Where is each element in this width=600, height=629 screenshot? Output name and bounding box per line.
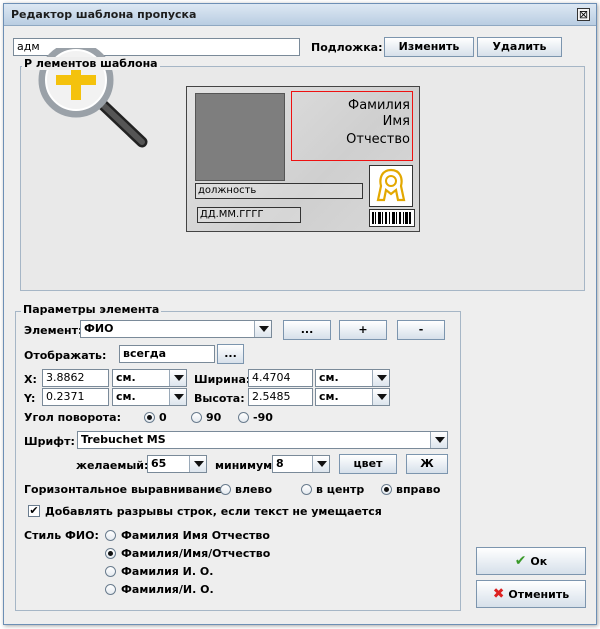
title-bar: Редактор шаблона пропуска ⊠	[4, 4, 596, 26]
cancel-x-icon: ✖	[492, 586, 505, 602]
x-input[interactable]: 3.8862	[42, 369, 109, 387]
emblem-icon[interactable]	[369, 165, 413, 207]
y-unit-value: см.	[116, 390, 136, 403]
halign-center-radio[interactable]	[301, 484, 312, 495]
width-unit-select[interactable]: см.	[315, 369, 390, 387]
fio-element[interactable]: Фамилия Имя Отчество	[291, 91, 413, 161]
height-input[interactable]: 2.5485	[248, 388, 313, 406]
fio-style-slash-label: Фамилия/Имя/Отчество	[121, 547, 271, 560]
chevron-down-icon[interactable]	[189, 456, 206, 472]
ok-check-icon: ✔	[514, 553, 527, 569]
rotation-minus90-radio[interactable]	[238, 412, 249, 423]
rotation-90-label: 90	[206, 411, 222, 424]
x-label: X:	[24, 373, 37, 386]
rotation-90-radio[interactable]	[191, 412, 202, 423]
chevron-down-icon[interactable]	[372, 370, 389, 386]
chevron-down-icon[interactable]	[169, 370, 186, 386]
fio-first-name: Имя	[382, 114, 410, 129]
x-unit-value: см.	[116, 371, 136, 384]
height-label: Высота:	[194, 392, 245, 405]
close-icon[interactable]: ⊠	[577, 8, 590, 21]
change-background-button[interactable]: Изменить	[384, 37, 474, 57]
element-select-value: ФИО	[84, 322, 114, 335]
width-input[interactable]: 4.4704	[248, 369, 313, 387]
badge-card-preview: Фамилия Имя Отчество должность ДД.ММ.ГГГ…	[186, 86, 420, 232]
halign-right-radio[interactable]	[381, 484, 392, 495]
desired-size-select[interactable]: 65	[147, 455, 207, 473]
display-label: Отображать:	[24, 349, 107, 362]
y-unit-select[interactable]: см.	[112, 388, 187, 406]
element-select[interactable]: ФИО	[80, 320, 272, 338]
halign-left-radio[interactable]	[220, 484, 231, 495]
min-size-select[interactable]: 8	[272, 455, 330, 473]
photo-placeholder[interactable]	[195, 93, 285, 181]
width-label: Ширина:	[194, 373, 251, 386]
background-label: Подложка:	[311, 41, 383, 54]
font-select[interactable]: Trebuchet MS	[77, 431, 448, 449]
font-select-value: Trebuchet MS	[81, 433, 166, 446]
fio-style-full-label: Фамилия Имя Отчество	[121, 529, 270, 542]
delete-background-button[interactable]: Удалить	[477, 37, 562, 57]
height-unit-value: см.	[319, 390, 339, 403]
chevron-down-icon[interactable]	[372, 389, 389, 405]
fio-patronymic: Отчество	[346, 132, 410, 147]
element-options-button[interactable]: ...	[283, 320, 331, 340]
halign-center-label: в центр	[316, 483, 365, 496]
wrap-lines-label: Добавлять разрывы строк, если текст не у…	[45, 505, 382, 518]
rotation-0-label: 0	[159, 411, 167, 424]
min-size-label: минимум:	[215, 459, 277, 472]
halign-right-label: вправо	[396, 483, 441, 496]
height-unit-select[interactable]: см.	[315, 388, 390, 406]
y-input[interactable]: 0.2371	[42, 388, 109, 406]
dialog-window: Редактор шаблона пропуска ⊠ адм Подложка…	[3, 3, 597, 625]
chevron-down-icon[interactable]	[312, 456, 329, 472]
rotation-minus90-label: -90	[253, 411, 273, 424]
window-title: Редактор шаблона пропуска	[11, 8, 197, 21]
halign-left-label: влево	[235, 483, 272, 496]
rotation-0-radio[interactable]	[144, 412, 155, 423]
min-size-value: 8	[276, 457, 284, 470]
fio-style-full-radio[interactable]	[105, 530, 116, 541]
chevron-down-icon[interactable]	[254, 321, 271, 337]
fio-style-initials-label: Фамилия И. О.	[121, 565, 214, 578]
wrap-lines-checkbox[interactable]: ✔	[28, 505, 40, 517]
display-options-button[interactable]: ...	[217, 344, 244, 364]
fio-style-initials-radio[interactable]	[105, 566, 116, 577]
position-element[interactable]: должность	[195, 183, 363, 199]
halign-label: Горизонтальное выравнивание:	[24, 483, 227, 496]
fio-last-name: Фамилия	[348, 98, 410, 113]
display-condition-field[interactable]: всегда	[119, 345, 215, 363]
cancel-button[interactable]: ✖ Отменить	[476, 580, 586, 608]
width-unit-value: см.	[319, 371, 339, 384]
y-label: Y:	[24, 392, 36, 405]
params-group-title: Параметры элемента	[21, 303, 162, 316]
desired-size-value: 65	[151, 457, 167, 470]
ok-button[interactable]: ✔ Ок	[476, 547, 586, 575]
chevron-down-icon[interactable]	[169, 389, 186, 405]
fio-style-slash-initials-label: Фамилия/И. О.	[121, 583, 214, 596]
fio-style-slash-radio[interactable]	[105, 548, 116, 559]
font-label: Шрифт:	[24, 435, 75, 448]
add-element-button[interactable]: +	[339, 320, 387, 340]
ok-button-label: Ок	[530, 555, 548, 568]
font-bold-button[interactable]: Ж	[406, 454, 448, 474]
date-element[interactable]: ДД.ММ.ГГГГ	[197, 207, 301, 223]
rotation-label: Угол поворота:	[24, 411, 121, 424]
remove-element-button[interactable]: -	[397, 320, 445, 340]
fio-style-slash-initials-radio[interactable]	[105, 584, 116, 595]
barcode-icon[interactable]	[369, 209, 415, 227]
element-label: Элемент:	[24, 324, 83, 337]
font-color-button[interactable]: цвет	[339, 454, 397, 474]
layout-group-title: Р лементов шаблона	[22, 57, 160, 70]
x-unit-select[interactable]: см.	[112, 369, 187, 387]
chevron-down-icon[interactable]	[430, 432, 447, 448]
cancel-button-label: Отменить	[508, 588, 570, 601]
fio-style-label: Стиль ФИО:	[24, 529, 99, 542]
desired-size-label: желаемый:	[76, 459, 149, 472]
